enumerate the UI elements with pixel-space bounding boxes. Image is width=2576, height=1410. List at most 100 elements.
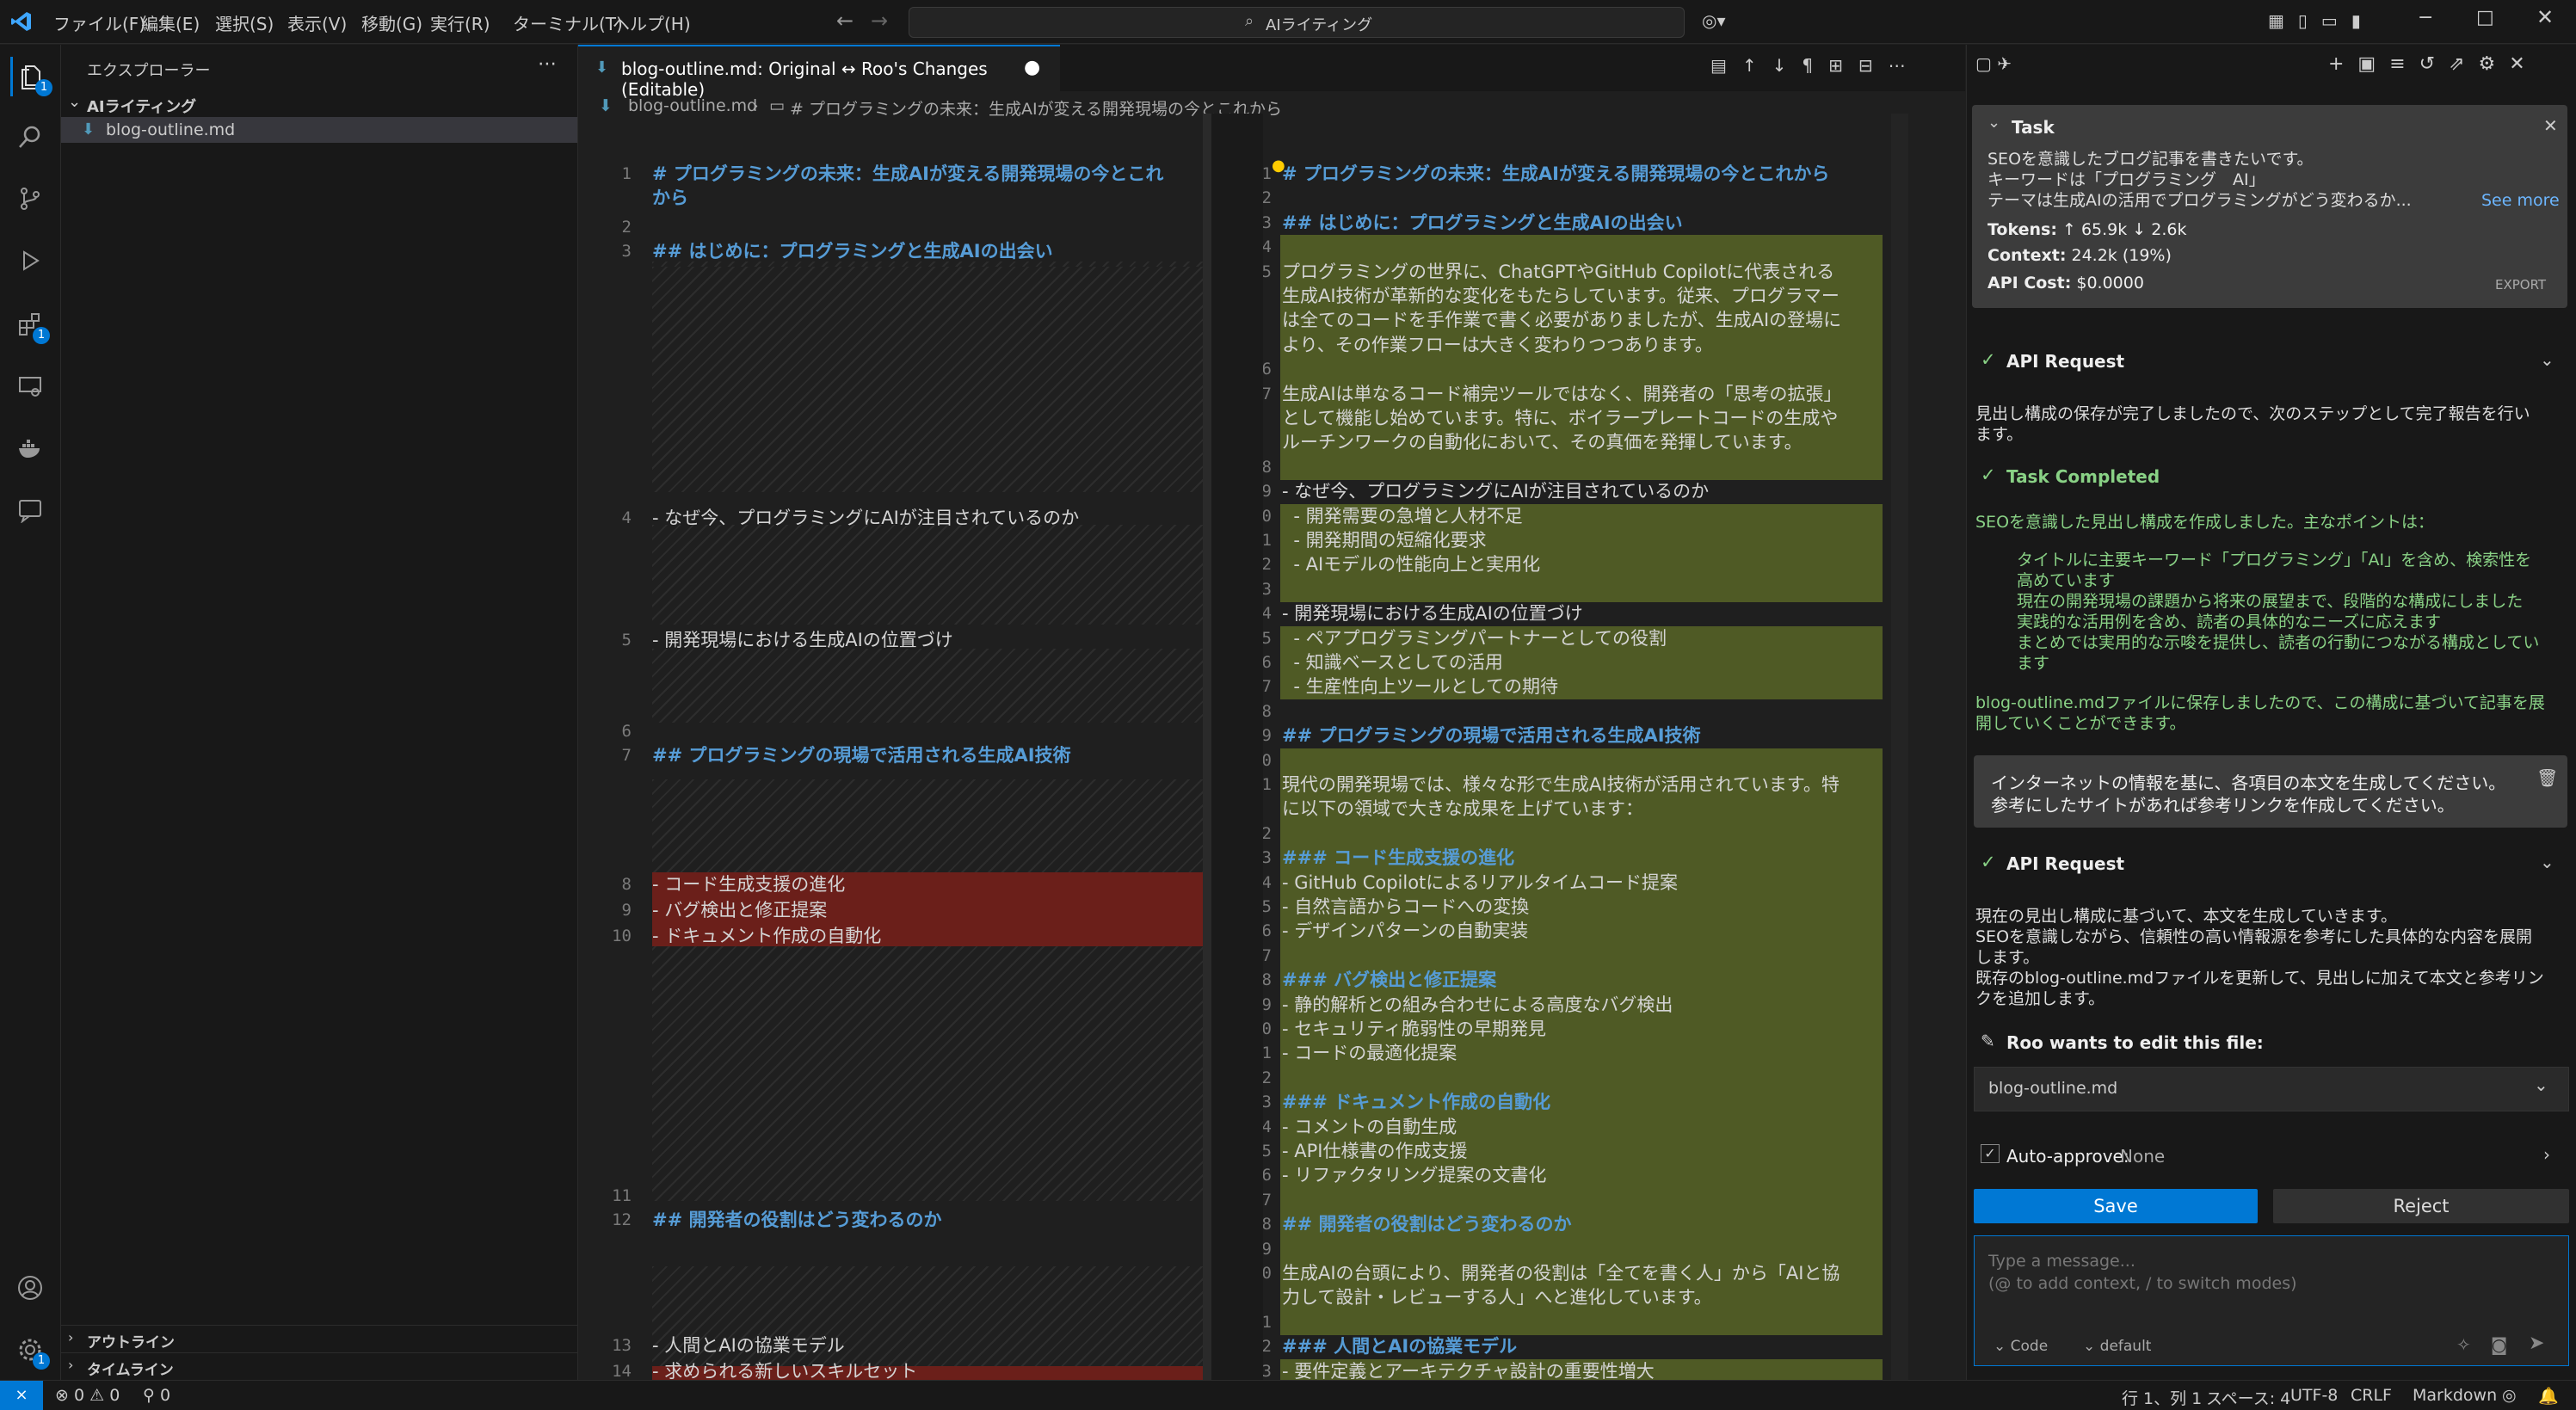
docker-icon[interactable] bbox=[10, 428, 50, 468]
editor-line[interactable]: 4 bbox=[1263, 235, 1891, 259]
editor-line[interactable]: 1 # プログラミングの未来：生成AIが変える開発現場の今とこれから bbox=[1263, 162, 1891, 186]
send-icon[interactable]: ➤ bbox=[2529, 1333, 2544, 1354]
see-more-link[interactable]: See more bbox=[2481, 191, 2560, 210]
editor-line[interactable]: 13 bbox=[1263, 577, 1891, 601]
api-request-row[interactable]: ✓ API Request ⌄ bbox=[1967, 349, 2576, 375]
export-button[interactable]: EXPORT bbox=[2495, 277, 2546, 292]
run-debug-icon[interactable] bbox=[10, 241, 50, 280]
explorer-icon[interactable]: 1 bbox=[10, 57, 52, 96]
account-icon[interactable] bbox=[10, 1268, 50, 1308]
editor-line[interactable]: 3 ## はじめに：プログラミングと生成AIの出会い bbox=[1263, 211, 1891, 235]
editor-actions[interactable]: ▤↑↓¶⊞⊟⋯ bbox=[1710, 55, 1921, 76]
editor-line[interactable]: 12 ## 開発者の役割はどう変わるのか bbox=[578, 1208, 1203, 1232]
error-count[interactable]: ⊗ 0 ⚠ 0 bbox=[55, 1386, 120, 1405]
editor-line[interactable]: 14 - 開発現場における生成AIの位置づけ bbox=[1263, 601, 1891, 625]
editor-line[interactable]: 31 - コードの最適化提案 bbox=[1263, 1041, 1891, 1065]
original-pane[interactable]: 1 # プログラミングの未来：生成AIが変える開発現場の今とこれ から 2 3 ## はじ… bbox=[578, 114, 1211, 1380]
editor-line[interactable]: 生成AI技術が革新的な変化をもたらしています。従来、プログラマー bbox=[1263, 284, 1891, 308]
back-arrow-icon[interactable]: ← bbox=[836, 9, 854, 33]
editor-line[interactable]: から bbox=[578, 186, 1203, 210]
editor-line[interactable]: 6 bbox=[1263, 357, 1891, 381]
editor-line[interactable]: 35 - API仕様書の作成支援 bbox=[1263, 1139, 1891, 1163]
encoding[interactable]: UTF-8 bbox=[2290, 1386, 2338, 1405]
chevron-down-icon[interactable]: ⌄ bbox=[1987, 114, 2000, 132]
message-input[interactable]: Type a message... (@ to add context, / t… bbox=[1974, 1235, 2569, 1366]
editor-line[interactable]: 27 bbox=[1263, 944, 1891, 968]
close-icon[interactable]: ✕ bbox=[2536, 5, 2554, 29]
editor-line[interactable]: 34 - コメントの自動生成 bbox=[1263, 1115, 1891, 1139]
editor-line[interactable]: 33 ### ドキュメント作成の自動化 bbox=[1263, 1090, 1891, 1114]
menu-item[interactable]: 選択(S) bbox=[215, 10, 274, 35]
vertical-scrollbar[interactable] bbox=[1891, 114, 1908, 1380]
editor-line[interactable]: 21 現代の開発現場では、様々な形で生成AI技術が活用されています。特 bbox=[1263, 773, 1891, 797]
editor-line[interactable]: 8 bbox=[1263, 455, 1891, 479]
menu-item[interactable]: 実行(R) bbox=[430, 10, 490, 35]
editor-line[interactable]: 15 - ペアプログラミングパートナーとしての役割 bbox=[1263, 626, 1891, 650]
remote-indicator[interactable]: ⨯ bbox=[0, 1381, 43, 1410]
editor-line[interactable]: 43 - 要件定義とアーキテクチャ設計の重要性増大 bbox=[1263, 1359, 1891, 1380]
menu-item[interactable]: ファイル(F) bbox=[53, 10, 145, 35]
copilot-status-icon[interactable]: ◎ bbox=[2502, 1386, 2517, 1405]
editor-line[interactable]: 25 - 自然言語からコードへの変換 bbox=[1263, 895, 1891, 919]
menu-item[interactable]: 表示(V) bbox=[287, 10, 347, 35]
layout-icons[interactable]: ▦▯▭▮ bbox=[2268, 10, 2375, 31]
editor-line[interactable]: 36 - リファクタリング提案の文書化 bbox=[1263, 1163, 1891, 1187]
editor-line[interactable]: 5 プログラミングの世界に、ChatGPTやGitHub Copilotに代表され… bbox=[1263, 260, 1891, 284]
trash-icon[interactable]: 🗑 bbox=[2536, 767, 2558, 788]
editor-line[interactable]: 30 - セキュリティ脆弱性の早期発見 bbox=[1263, 1017, 1891, 1041]
roo-code-icon[interactable] bbox=[10, 490, 50, 530]
more-actions-icon[interactable]: ⋯ bbox=[538, 53, 557, 75]
line-ending[interactable]: CRLF bbox=[2351, 1386, 2392, 1405]
editor-line[interactable]: 11 - 開発期間の短縮化要求 bbox=[1263, 528, 1891, 552]
modified-pane[interactable]: 1 # プログラミングの未来：生成AIが変える開発現場の今とこれから 2 3 ## はじ… bbox=[1263, 114, 1965, 1380]
remote-explorer-icon[interactable] bbox=[10, 366, 50, 406]
roo-toolbar[interactable]: +▣≡↺⇗⚙✕ bbox=[2328, 53, 2539, 75]
menu-item[interactable]: 編集(E) bbox=[141, 10, 200, 35]
editor-line[interactable]: 4 - なぜ今、プログラミングにAIが注目されているのか bbox=[578, 506, 1203, 530]
breadcrumb-file[interactable]: blog-outline.md bbox=[628, 96, 757, 115]
editor-line[interactable]: 42 ### 人間とAIの協業モデル bbox=[1263, 1334, 1891, 1358]
editor-line[interactable]: 18 bbox=[1263, 699, 1891, 723]
tab-blog-outline-diff[interactable]: ⬇ blog-outline.md: Original ↔ Roo's Chan… bbox=[578, 45, 1060, 100]
pane-divider[interactable] bbox=[1211, 114, 1263, 1380]
edit-file-dropdown[interactable]: blog-outline.md ⌄ bbox=[1974, 1067, 2569, 1111]
ports-count[interactable]: ⚲ 0 bbox=[143, 1386, 170, 1405]
editor-line[interactable]: 3 ## はじめに：プログラミングと生成AIの出会い bbox=[578, 239, 1203, 263]
minimize-icon[interactable]: − bbox=[2418, 7, 2433, 28]
editor-line[interactable]: に以下の領域で大きな成果を上げています： bbox=[1263, 797, 1891, 821]
editor-line[interactable]: 9 - なぜ今、プログラミングにAIが注目されているのか bbox=[1263, 479, 1891, 503]
lightbulb-icon[interactable]: ● bbox=[1272, 157, 1285, 175]
minimap-scrollbar[interactable] bbox=[1203, 114, 1211, 1380]
forward-arrow-icon[interactable]: → bbox=[871, 9, 888, 33]
menu-item[interactable]: ヘルプ(H) bbox=[613, 10, 691, 35]
close-task-icon[interactable]: ✕ bbox=[2543, 115, 2558, 136]
editor-line[interactable]: 12 - AIモデルの性能向上と実用化 bbox=[1263, 552, 1891, 576]
editor-line[interactable]: 7 ## プログラミングの現場で活用される生成AI技術 bbox=[578, 743, 1203, 767]
editor-line[interactable]: 6 bbox=[578, 719, 1203, 743]
editor-line[interactable]: として機能し始めています。特に、ボイラープレートコードの生成や bbox=[1263, 406, 1891, 430]
source-control-icon[interactable] bbox=[10, 179, 50, 219]
editor-line[interactable]: 19 ## プログラミングの現場で活用される生成AI技術 bbox=[1263, 723, 1891, 748]
roo-header-icons[interactable]: ▢ ✈ bbox=[1975, 53, 2012, 74]
editor-line[interactable]: 37 bbox=[1263, 1188, 1891, 1212]
api-request-row-2[interactable]: ✓ API Request ⌄ bbox=[1967, 852, 2576, 877]
indent-spaces[interactable]: スペース: 4 bbox=[2206, 1386, 2290, 1409]
editor-line[interactable]: 20 bbox=[1263, 748, 1891, 773]
editor-line[interactable]: 8 - コード生成支援の進化 bbox=[578, 872, 1203, 896]
editor-line[interactable]: 2 bbox=[578, 215, 1203, 239]
editor-line[interactable]: 39 bbox=[1263, 1237, 1891, 1261]
enhance-icon[interactable]: ✧ bbox=[2456, 1334, 2471, 1355]
maximize-icon[interactable]: □ bbox=[2476, 7, 2494, 28]
editor-line[interactable]: 2 bbox=[1263, 186, 1891, 210]
editor-line[interactable]: より、その作業フローは大きく変わりつつあります。 bbox=[1263, 333, 1891, 357]
editor-line[interactable]: 10 - ドキュメント作成の自動化 bbox=[578, 924, 1203, 948]
cursor-position[interactable]: 行 1、列 1 bbox=[2122, 1386, 2202, 1409]
editor-line[interactable]: 26 - デザインパターンの自動実装 bbox=[1263, 919, 1891, 943]
extensions-icon[interactable]: 1 bbox=[10, 305, 50, 344]
outline-section[interactable]: › アウトライン bbox=[61, 1325, 577, 1352]
notifications-bell-icon[interactable]: 🔔 bbox=[2538, 1386, 2559, 1406]
menu-item[interactable]: 移動(G) bbox=[361, 10, 422, 35]
save-button[interactable]: Save bbox=[1974, 1189, 2258, 1223]
checkbox-icon[interactable]: ✓ bbox=[1981, 1144, 2000, 1163]
editor-line[interactable]: 24 - GitHub Copilotによるリアルタイムコード提案 bbox=[1263, 871, 1891, 895]
